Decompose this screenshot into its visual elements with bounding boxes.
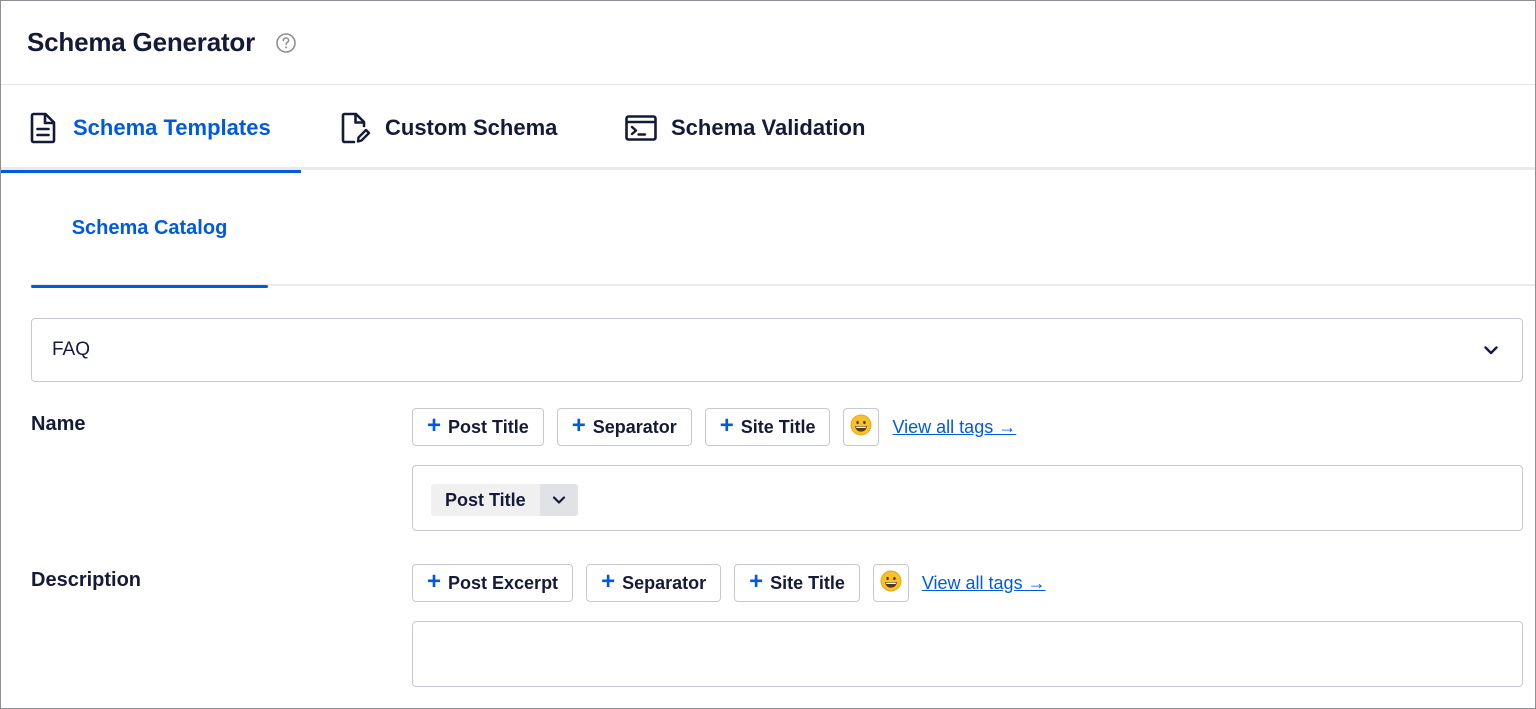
schema-type-value: FAQ	[52, 339, 91, 360]
emoji-picker-button[interactable]	[872, 564, 909, 602]
tab-label: Schema Templates	[73, 115, 271, 140]
plus-icon: +	[427, 568, 442, 595]
plus-icon: +	[427, 412, 442, 439]
view-all-tags-link[interactable]: View all tags →	[922, 573, 1046, 594]
add-post-excerpt-tag-button[interactable]: + Post Excerpt	[412, 564, 574, 602]
tab-schema-validation[interactable]: Schema Validation	[625, 86, 865, 170]
description-field-label: Description	[31, 569, 142, 591]
plus-icon: +	[719, 412, 734, 439]
add-separator-tag-button[interactable]: + Separator	[556, 408, 692, 446]
chevron-down-icon[interactable]	[539, 484, 578, 516]
plus-icon: +	[571, 412, 586, 439]
grinning-face-icon	[850, 414, 872, 441]
tag-label: Separator	[592, 416, 677, 437]
add-post-title-tag-button[interactable]: + Post Title	[412, 408, 544, 446]
emoji-picker-button[interactable]	[843, 408, 880, 446]
add-site-title-tag-button[interactable]: + Site Title	[704, 408, 831, 446]
description-tag-editor[interactable]	[412, 621, 1523, 687]
tag-label: Post Title	[448, 416, 529, 437]
document-icon	[27, 112, 59, 144]
add-separator-tag-button[interactable]: + Separator	[586, 564, 722, 602]
page-title: Schema Generator	[27, 27, 256, 57]
view-all-tags-link[interactable]: View all tags →	[892, 417, 1016, 438]
question-circle-icon[interactable]	[275, 32, 297, 54]
plus-icon: +	[601, 568, 616, 595]
schema-generator-panel: Schema Generator Schema Templates Custom…	[0, 0, 1536, 709]
add-site-title-tag-button[interactable]: + Site Title	[734, 564, 860, 602]
terminal-icon	[625, 112, 657, 144]
main-tabs: Schema Templates Custom Schema Schema Va…	[1, 86, 1535, 173]
description-tag-row: + Post Excerpt + Separator + Site Title …	[412, 564, 1046, 602]
chevron-down-icon	[1482, 341, 1500, 359]
header: Schema Generator	[1, 1, 1535, 85]
name-field-label: Name	[31, 413, 86, 435]
plus-icon: +	[749, 568, 764, 595]
name-tag-row: + Post Title + Separator + Site Title Vi…	[412, 408, 1016, 446]
tag-label: Post Excerpt	[448, 572, 559, 593]
sub-tabs: Schema Catalog	[31, 171, 1535, 288]
name-tag-editor[interactable]: Post Title	[412, 465, 1523, 531]
tag-label: Site Title	[740, 416, 816, 437]
tab-label: Schema Validation	[671, 115, 866, 140]
schema-type-select[interactable]: FAQ	[31, 318, 1523, 382]
edit-document-icon	[339, 112, 371, 144]
tab-custom-schema[interactable]: Custom Schema	[339, 86, 557, 170]
tab-schema-catalog[interactable]: Schema Catalog	[31, 171, 268, 288]
tag-label: Separator	[622, 572, 707, 593]
chip-label: Post Title	[445, 489, 526, 510]
tag-label: Site Title	[770, 572, 845, 593]
tab-schema-templates[interactable]: Schema Templates	[1, 86, 301, 173]
post-title-chip[interactable]: Post Title	[431, 484, 578, 516]
tab-label: Custom Schema	[385, 115, 558, 140]
grinning-face-icon	[880, 570, 902, 597]
